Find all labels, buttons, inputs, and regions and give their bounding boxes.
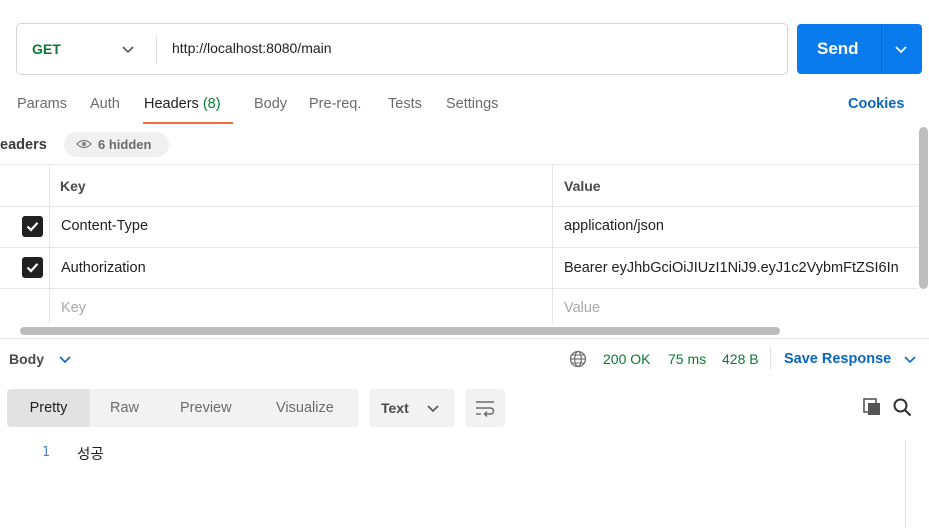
search-icon[interactable] xyxy=(892,397,912,417)
response-size[interactable]: 428 B xyxy=(722,351,759,367)
request-url-bar: GET http://localhost:8080/main xyxy=(16,23,788,75)
response-time[interactable]: 75 ms xyxy=(668,351,706,367)
response-divider xyxy=(770,346,771,370)
table-column-divider xyxy=(49,164,50,324)
horizontal-scrollbar[interactable] xyxy=(20,327,780,335)
tab-headers-label: Headers xyxy=(144,96,199,112)
view-preview[interactable]: Preview xyxy=(180,389,232,427)
line-number: 1 xyxy=(42,445,50,460)
view-pretty[interactable]: Pretty xyxy=(7,389,90,427)
tab-auth[interactable]: Auth xyxy=(90,96,120,112)
wrap-lines-button[interactable] xyxy=(465,389,505,427)
cookies-link[interactable]: Cookies xyxy=(848,96,904,112)
view-visualize[interactable]: Visualize xyxy=(276,389,334,427)
wrap-icon xyxy=(476,401,495,417)
active-tab-indicator xyxy=(143,122,233,124)
editor-edge xyxy=(905,440,906,528)
table-border xyxy=(0,288,918,289)
tab-params[interactable]: Params xyxy=(17,96,67,112)
eye-icon xyxy=(76,139,92,149)
tab-body[interactable]: Body xyxy=(254,96,287,112)
vertical-scrollbar[interactable] xyxy=(919,127,928,289)
table-border xyxy=(0,206,918,207)
send-divider xyxy=(881,24,882,74)
chevron-down-icon xyxy=(427,405,439,413)
save-response-button[interactable]: Save Response xyxy=(784,351,891,367)
response-line[interactable]: 성공 xyxy=(77,443,104,464)
hidden-headers-toggle[interactable]: 6 hidden xyxy=(64,132,169,157)
view-mode-selector: Pretty Raw Preview Visualize xyxy=(7,389,359,427)
tab-headers-count: (8) xyxy=(202,96,221,112)
chevron-down-icon[interactable] xyxy=(894,42,908,56)
format-label: Text xyxy=(381,400,409,416)
headers-section-title: leaders xyxy=(0,137,47,153)
table-column-divider xyxy=(552,164,553,324)
method-select[interactable]: GET xyxy=(32,41,61,57)
send-label: Send xyxy=(817,39,859,58)
response-body-label[interactable]: Body xyxy=(9,351,44,367)
chevron-down-icon[interactable] xyxy=(58,352,72,366)
new-header-key-input[interactable]: Key xyxy=(61,300,86,316)
table-border xyxy=(0,247,918,248)
new-header-value-input[interactable]: Value xyxy=(564,300,600,316)
view-raw[interactable]: Raw xyxy=(110,389,139,427)
header-key-cell[interactable]: Authorization xyxy=(61,260,146,276)
tab-headers[interactable]: Headers (8) xyxy=(144,96,221,112)
header-row-checkbox[interactable] xyxy=(22,216,43,237)
url-input[interactable]: http://localhost:8080/main xyxy=(172,40,332,56)
column-header-key: Key xyxy=(60,178,86,194)
status-code[interactable]: 200 OK xyxy=(603,351,650,367)
tab-tests[interactable]: Tests xyxy=(388,96,422,112)
format-dropdown[interactable]: Text xyxy=(369,389,455,427)
hidden-headers-label: 6 hidden xyxy=(98,137,152,152)
table-border xyxy=(0,164,918,165)
tab-pre-request[interactable]: Pre-req. xyxy=(309,96,361,112)
header-value-clip: Bearer eyJhbGciOiJIUzI1NiJ9.eyJ1c2VybmFt… xyxy=(564,258,918,282)
url-divider xyxy=(156,36,157,64)
header-value-cell[interactable]: application/json xyxy=(564,218,664,234)
column-header-value: Value xyxy=(564,178,601,194)
header-row-checkbox[interactable] xyxy=(22,257,43,278)
send-button[interactable]: Send xyxy=(797,24,922,74)
header-value-cell[interactable]: Bearer eyJhbGciOiJIUzI1NiJ9.eyJ1c2VybmFt… xyxy=(564,260,899,276)
check-icon xyxy=(26,222,39,232)
header-key-cell[interactable]: Content-Type xyxy=(61,218,148,234)
globe-icon[interactable] xyxy=(569,350,587,368)
tab-settings[interactable]: Settings xyxy=(446,96,498,112)
pane-divider[interactable] xyxy=(0,338,929,339)
chevron-down-icon[interactable] xyxy=(121,42,135,56)
chevron-down-icon[interactable] xyxy=(903,352,917,366)
copy-icon[interactable] xyxy=(862,397,882,417)
check-icon xyxy=(26,263,39,273)
